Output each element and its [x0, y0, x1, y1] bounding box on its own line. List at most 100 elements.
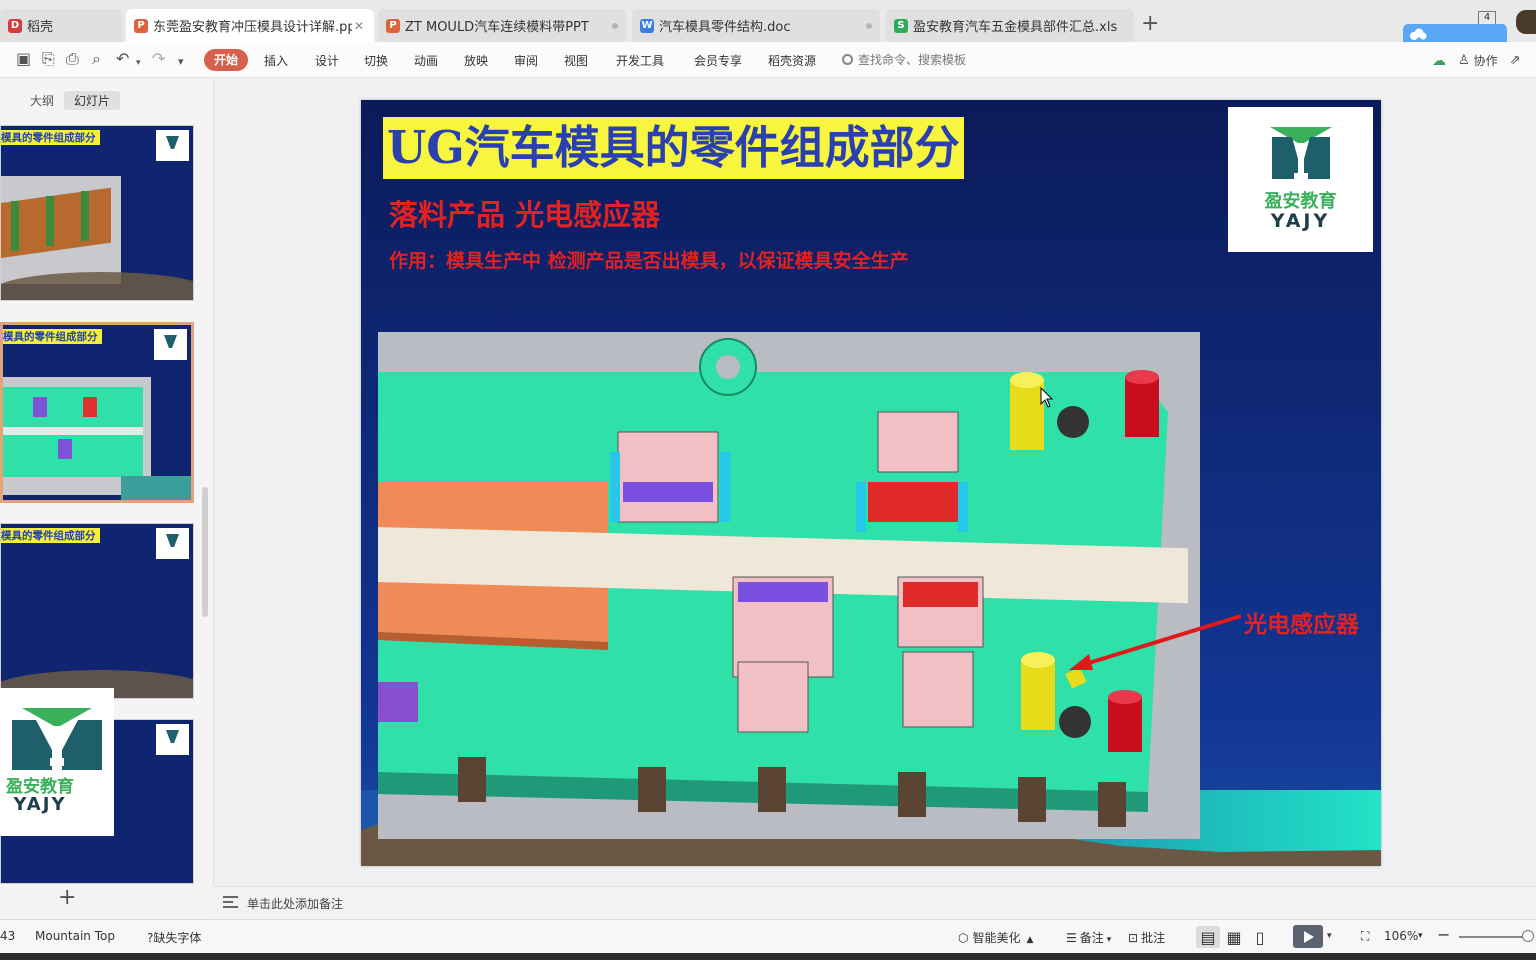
smart-beautify-button[interactable]: ⬡ 智能美化 ▲ — [958, 929, 1033, 946]
ppt-file-icon: P — [386, 18, 400, 33]
zoom-out-icon[interactable]: − — [1437, 925, 1450, 944]
slide-thumbnail[interactable]: 模具的零件组成部分 — [0, 523, 194, 699]
user-icon[interactable]: ♙ — [1458, 53, 1470, 68]
print-preview-icon[interactable]: ⌕ — [92, 50, 101, 68]
tab-count-badge[interactable]: 4 — [1478, 11, 1496, 25]
notes-bar[interactable]: 单击此处添加备注 — [215, 886, 1536, 918]
tab-label: ZT MOULD汽车连续模料带PPT — [405, 20, 589, 35]
slide-thumbnail-selected[interactable]: 模具的零件组成部分 — [0, 322, 194, 503]
chevron-down-icon: ▾ — [1106, 935, 1112, 945]
beautify-icon: ⬡ — [958, 931, 969, 945]
save-icon[interactable]: ▣ — [16, 50, 31, 68]
daoke-icon: D — [8, 18, 22, 33]
command-search[interactable]: 查找命令、搜索模板 — [842, 51, 966, 68]
slide-description[interactable]: 作用：模具生产中 检测产品是否出模具，以保证模具安全生产 — [389, 246, 909, 273]
tab-mould-ppt[interactable]: P ZT MOULD汽车连续模料带PPT — [378, 9, 626, 42]
panel-scrollbar[interactable] — [202, 487, 208, 617]
menu-slideshow[interactable]: 放映 — [464, 52, 488, 69]
slide-sorter-icon[interactable]: ▦ — [1222, 926, 1246, 948]
xls-file-icon: S — [894, 18, 908, 33]
close-icon[interactable]: ✕ — [352, 19, 366, 33]
zoom-level[interactable]: 106% — [1384, 929, 1418, 943]
thumb-logo — [154, 329, 187, 360]
slide-thumbnail[interactable]: 模具的零件组成部分 — [0, 125, 194, 301]
menu-developer[interactable]: 开发工具 — [616, 52, 664, 69]
dot-icon — [866, 22, 872, 29]
avatar[interactable] — [1516, 10, 1536, 34]
zoom-dropdown-icon[interactable]: ▾ — [1418, 931, 1423, 941]
menu-daoke-resources[interactable]: 稻壳资源 — [768, 52, 816, 69]
comment-label: 批注 — [1141, 931, 1166, 945]
dot-icon — [612, 22, 618, 29]
tab-label: 汽车模具零件结构.doc — [659, 20, 791, 35]
undo-icon[interactable]: ↶ — [116, 50, 129, 68]
menu-start-tab[interactable]: 开始 — [204, 49, 248, 71]
fit-window-icon[interactable]: ⛶ — [1361, 929, 1369, 944]
zoom-slider-knob[interactable] — [1522, 930, 1534, 942]
reading-view-icon[interactable]: ▯ — [1248, 926, 1272, 948]
thumb-die-image — [1, 176, 121, 284]
thumb-logo — [156, 130, 189, 161]
callout-arrow — [1069, 614, 1242, 670]
tab-pptx-active[interactable]: P 东莞盈安教育冲压模具设计详解.pptx ✕ — [126, 9, 374, 42]
floating-logo: 盈安教育 YAJY — [0, 688, 114, 836]
progressive-die-illustration — [378, 338, 1188, 827]
comment-icon: ⊡ — [1128, 931, 1139, 945]
menu-view[interactable]: 视图 — [564, 52, 588, 69]
search-icon — [842, 54, 853, 65]
tab-outline[interactable]: 大纲 — [20, 91, 64, 110]
collab-button[interactable]: 协作 — [1474, 52, 1498, 69]
redo-icon[interactable]: ↷ — [152, 50, 165, 68]
add-slide-icon[interactable]: + — [58, 885, 76, 910]
tab-doc[interactable]: W 汽车模具零件结构.doc — [632, 9, 880, 42]
cloud-icon — [1410, 28, 1427, 40]
thumb-logo — [156, 724, 189, 755]
chevron-up-icon: ▲ — [1026, 935, 1034, 945]
export-icon[interactable]: ⎘ — [42, 50, 55, 68]
mouse-cursor-icon — [1040, 387, 1054, 408]
share-icon[interactable]: ⇗ — [1510, 53, 1521, 68]
right-toolbar: ☁ ♙ 协作 ⇗ — [1432, 52, 1521, 69]
menu-design[interactable]: 设计 — [315, 52, 339, 69]
slide-logo[interactable]: 盈安教育 YAJY — [1228, 107, 1373, 252]
slide-number: 43 — [0, 929, 16, 943]
normal-view-icon[interactable]: ▤ — [1196, 926, 1220, 948]
zoom-slider[interactable] — [1459, 936, 1529, 938]
menu-animation[interactable]: 动画 — [414, 52, 438, 69]
print-icon[interactable]: ⎙ — [66, 50, 79, 68]
menu-transition[interactable]: 切换 — [364, 52, 388, 69]
notes-icon — [223, 896, 238, 908]
menu-member[interactable]: 会员专享 — [694, 52, 742, 69]
tab-xls[interactable]: S 盈安教育汽车五金模具部件汇总.xls — [886, 9, 1134, 42]
missing-font-button[interactable]: ?缺失字体 — [147, 929, 201, 946]
thumb-title: 模具的零件组成部分 — [3, 329, 102, 344]
comment-button[interactable]: ⊡ 批注 — [1128, 929, 1165, 946]
customize-toolbar-icon[interactable]: ▾ — [178, 53, 184, 71]
thumb-logo — [156, 528, 189, 559]
new-tab-icon[interactable]: + — [1141, 13, 1159, 35]
ppt-file-icon: P — [134, 18, 148, 33]
beautify-label: 智能美化 — [972, 931, 1021, 945]
notes-placeholder[interactable]: 单击此处添加备注 — [247, 895, 343, 912]
slide-editing-canvas: UG汽车模具的零件组成部分 落料产品 光电感应器 作用：模具生产中 检测产品是否… — [215, 79, 1536, 886]
play-options-chevron-icon[interactable]: ▾ — [1327, 931, 1332, 941]
command-search-placeholder: 查找命令、搜索模板 — [858, 53, 967, 67]
notes-toggle-button[interactable]: ☰ 备注 ▾ — [1066, 929, 1111, 946]
menu-insert[interactable]: 插入 — [264, 52, 288, 69]
missing-font-label: 缺失字体 — [153, 931, 202, 945]
slide-subtitle[interactable]: 落料产品 光电感应器 — [389, 192, 660, 234]
undo-dropdown-icon[interactable]: ▾ — [136, 54, 141, 72]
current-slide[interactable]: UG汽车模具的零件组成部分 落料产品 光电感应器 作用：模具生产中 检测产品是否… — [361, 100, 1381, 866]
mould-render-image[interactable] — [378, 332, 1200, 839]
theme-name[interactable]: Mountain Top — [35, 929, 115, 943]
callout-label[interactable]: 光电感应器 — [1244, 605, 1359, 639]
slide-title[interactable]: UG汽车模具的零件组成部分 — [383, 117, 964, 179]
thumb-title: 模具的零件组成部分 — [1, 528, 100, 543]
tab-slides[interactable]: 幻灯片 — [64, 91, 121, 110]
notes-toggle-label: 备注 — [1079, 931, 1104, 945]
logo-en-text: YAJY — [1270, 210, 1331, 232]
tab-daoke[interactable]: D 稻壳 — [0, 9, 122, 42]
play-slideshow-button[interactable] — [1293, 925, 1323, 948]
cloud-status-icon[interactable]: ☁ — [1432, 53, 1446, 69]
menu-review[interactable]: 审阅 — [514, 52, 538, 69]
